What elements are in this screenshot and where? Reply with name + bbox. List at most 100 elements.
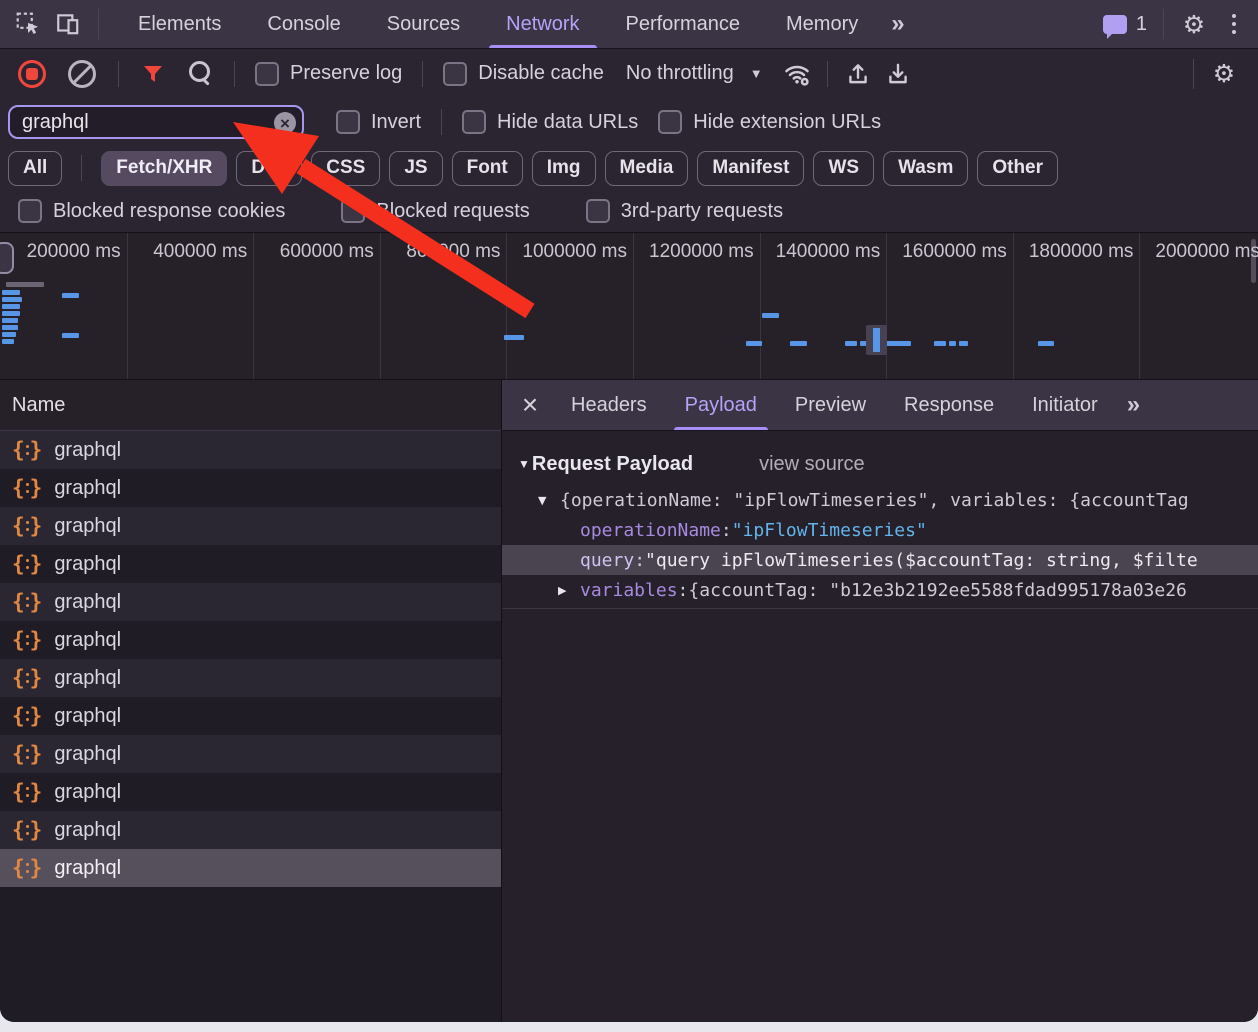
timeline-request-bar[interactable]	[762, 313, 779, 318]
details-tab-initiator[interactable]: Initiator	[1013, 380, 1117, 430]
import-har-icon[interactable]	[838, 54, 878, 94]
payload-line[interactable]: ▼{operationName: "ipFlowTimeseries", var…	[502, 485, 1258, 515]
timeline-request-bar[interactable]	[790, 341, 807, 346]
tab-sources[interactable]: Sources	[364, 0, 483, 48]
preserve-log-checkbox[interactable]: Preserve log	[255, 62, 402, 86]
request-row[interactable]: {}graphql	[0, 849, 501, 887]
export-har-icon[interactable]	[878, 54, 918, 94]
timeline-request-bar[interactable]	[2, 332, 16, 337]
request-row[interactable]: {}graphql	[0, 773, 501, 811]
timeline-request-bar[interactable]	[2, 325, 18, 330]
payload-line[interactable]: ▶variables: {accountTag: "b12e3b2192ee55…	[502, 575, 1258, 605]
close-details-icon[interactable]: ×	[508, 380, 552, 430]
timeline-request-bar[interactable]	[2, 311, 20, 316]
request-payload-section-header[interactable]: ▼ Request Payload view source	[502, 431, 1258, 485]
record-network-log-button[interactable]	[18, 60, 46, 88]
request-row[interactable]: {}graphql	[0, 545, 501, 583]
timeline-gridline	[633, 233, 634, 379]
timeline-request-bar[interactable]	[62, 333, 79, 338]
chip-manifest[interactable]: Manifest	[697, 151, 804, 186]
timeline-request-bar[interactable]	[949, 341, 956, 346]
chip-media[interactable]: Media	[605, 151, 689, 186]
request-row[interactable]: {}graphql	[0, 583, 501, 621]
inspect-element-icon[interactable]	[8, 4, 48, 44]
blocked-requests-checkbox[interactable]: Blocked requests	[341, 199, 529, 223]
request-row[interactable]: {}graphql	[0, 659, 501, 697]
filter-funnel-icon[interactable]	[141, 62, 165, 86]
chip-fetch-xhr[interactable]: Fetch/XHR	[101, 151, 227, 186]
timeline-request-bar[interactable]	[62, 293, 79, 298]
details-tab-preview[interactable]: Preview	[776, 380, 885, 430]
timeline-request-bar[interactable]	[2, 297, 22, 302]
overview-resize-handle[interactable]	[0, 242, 14, 274]
invert-checkbox[interactable]: Invert	[336, 110, 421, 134]
timeline-selected-marker[interactable]	[866, 325, 887, 355]
network-overview-timeline[interactable]: 200000 ms400000 ms600000 ms800000 ms1000…	[0, 233, 1258, 380]
more-panels-icon[interactable]: »	[881, 10, 914, 38]
throttling-dropdown[interactable]: No throttling ▼	[626, 62, 763, 85]
kebab-menu-icon[interactable]	[1214, 4, 1254, 44]
request-row[interactable]: {}graphql	[0, 697, 501, 735]
timeline-request-bar[interactable]	[845, 341, 857, 346]
timeline-request-bar[interactable]	[934, 341, 946, 346]
clear-network-log-button[interactable]	[68, 60, 96, 88]
timeline-request-bar[interactable]	[746, 341, 762, 346]
network-settings-gear-icon[interactable]: ⚙	[1204, 54, 1244, 94]
chip-js[interactable]: JS	[389, 151, 442, 186]
tab-performance[interactable]: Performance	[603, 0, 764, 48]
payload-segment-plain: {accountTag: "b12e3b2192ee5588fdad995178…	[688, 580, 1187, 601]
details-tab-response[interactable]: Response	[885, 380, 1013, 430]
timeline-request-bar[interactable]	[6, 282, 44, 287]
chip-all[interactable]: All	[8, 151, 62, 186]
timeline-request-bar[interactable]	[2, 339, 14, 344]
chip-wasm[interactable]: Wasm	[883, 151, 968, 186]
request-row[interactable]: {}graphql	[0, 735, 501, 773]
request-row[interactable]: {}graphql	[0, 507, 501, 545]
request-row[interactable]: {}graphql	[0, 469, 501, 507]
chip-img[interactable]: Img	[532, 151, 596, 186]
view-source-link[interactable]: view source	[759, 453, 865, 476]
disable-cache-checkbox[interactable]: Disable cache	[443, 62, 604, 86]
chip-css[interactable]: CSS	[311, 151, 380, 186]
details-tab-headers[interactable]: Headers	[552, 380, 666, 430]
chip-other[interactable]: Other	[977, 151, 1058, 186]
hide-data-urls-checkbox[interactable]: Hide data URLs	[462, 110, 638, 134]
extra-filter-label: Blocked response cookies	[53, 200, 285, 223]
tab-network[interactable]: Network	[483, 0, 602, 48]
clear-filter-icon[interactable]: ×	[274, 112, 296, 134]
name-column-header[interactable]: Name	[0, 380, 501, 431]
chip-doc[interactable]: Doc	[236, 151, 302, 186]
settings-gear-icon[interactable]: ⚙	[1174, 4, 1214, 44]
blocked-response-cookies-checkbox[interactable]: Blocked response cookies	[18, 199, 285, 223]
chip-font[interactable]: Font	[452, 151, 523, 186]
request-row[interactable]: {}graphql	[0, 811, 501, 849]
expander-triangle-icon[interactable]: ▶	[558, 584, 580, 597]
tab-memory[interactable]: Memory	[763, 0, 881, 48]
issues-counter[interactable]: 1	[1097, 13, 1153, 36]
payload-line[interactable]: operationName: "ipFlowTimeseries"	[502, 515, 1258, 545]
filter-input[interactable]	[8, 105, 304, 139]
timeline-request-bar[interactable]	[1038, 341, 1054, 346]
payload-line[interactable]: query: "query ipFlowTimeseries($accountT…	[502, 545, 1258, 575]
expander-triangle-icon[interactable]: ▼	[538, 494, 560, 507]
details-tab-payload[interactable]: Payload	[666, 380, 776, 430]
timeline-request-bar[interactable]	[2, 318, 18, 323]
divider	[422, 61, 423, 87]
3rd-party-requests-checkbox[interactable]: 3rd-party requests	[586, 199, 783, 223]
timeline-request-bar[interactable]	[2, 290, 20, 295]
search-icon[interactable]	[189, 61, 210, 82]
timeline-request-bar[interactable]	[886, 341, 911, 346]
request-row[interactable]: {}graphql	[0, 431, 501, 469]
panel-tabs: ElementsConsoleSourcesNetworkPerformance…	[115, 0, 881, 48]
request-row[interactable]: {}graphql	[0, 621, 501, 659]
network-conditions-icon[interactable]	[777, 54, 817, 94]
device-toolbar-icon[interactable]	[48, 4, 88, 44]
chip-ws[interactable]: WS	[813, 151, 874, 186]
more-details-tabs-icon[interactable]: »	[1117, 391, 1150, 419]
hide-extension-urls-checkbox[interactable]: Hide extension URLs	[658, 110, 881, 134]
timeline-request-bar[interactable]	[504, 335, 524, 340]
timeline-request-bar[interactable]	[2, 304, 20, 309]
timeline-request-bar[interactable]	[959, 341, 968, 346]
tab-console[interactable]: Console	[244, 0, 363, 48]
tab-elements[interactable]: Elements	[115, 0, 244, 48]
